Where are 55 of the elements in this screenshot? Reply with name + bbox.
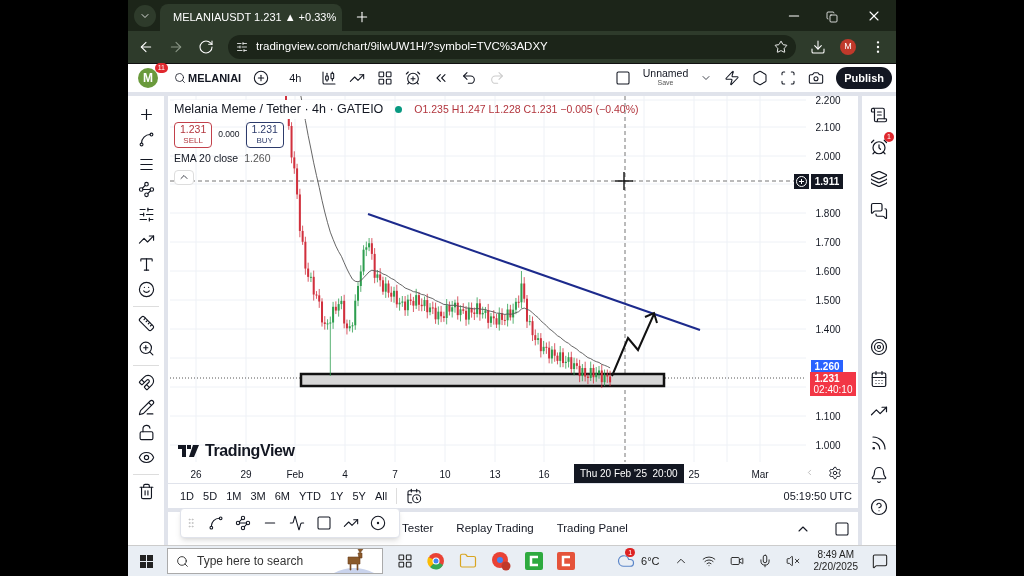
price-axis-label: 1.800 bbox=[815, 208, 841, 219]
indicator-name: EMA 20 close bbox=[174, 150, 239, 166]
range-button[interactable]: 3M bbox=[250, 487, 266, 505]
price-axis-label: 2.200 bbox=[815, 96, 841, 106]
range-button[interactable]: 1Y bbox=[329, 487, 344, 505]
chart-title: Melania Meme / Tether · 4h · GATEIO bbox=[174, 100, 384, 119]
range-button[interactable]: 1D bbox=[180, 487, 195, 505]
price-axis-label: 2.100 bbox=[815, 122, 841, 133]
spread-value: 0.000 bbox=[218, 128, 240, 142]
time-axis-label: 4 bbox=[342, 468, 348, 482]
price-axis-label: 1.000 bbox=[815, 440, 841, 451]
range-button[interactable]: 1M bbox=[226, 487, 242, 505]
panel-tab[interactable]: Replay Trading bbox=[456, 519, 534, 538]
last-price-label: 1.231 02:40:10 bbox=[810, 372, 856, 396]
price-axis-label: 2.000 bbox=[815, 151, 841, 162]
ohlc-values: O1.235 H1.247 L1.228 C1.231 −0.005 (−0.40%) bbox=[414, 101, 639, 117]
crosshair-time-label: Thu 20 Feb '25 20:00 bbox=[574, 464, 684, 483]
range-button[interactable]: YTD bbox=[298, 487, 321, 505]
time-axis-label: 7 bbox=[392, 468, 398, 482]
price-axis-label: 1.400 bbox=[815, 324, 841, 335]
indicator-price-label: 1.260 bbox=[811, 360, 843, 372]
clock-date[interactable]: 2/20/2025 bbox=[813, 561, 858, 573]
price-axis-label: 1.500 bbox=[815, 295, 841, 306]
time-axis-label: 29 bbox=[240, 468, 252, 482]
publish-button[interactable]: Publish bbox=[836, 66, 892, 90]
indicator-value: 1.260 bbox=[244, 150, 271, 166]
time-axis-label: 13 bbox=[489, 468, 501, 482]
time-axis-label: Feb bbox=[286, 468, 304, 482]
buy-button[interactable]: 1.231 BUY bbox=[245, 121, 284, 148]
browser-tab[interactable]: MELANIAUSDT 1.231 ▲ +0.33% bbox=[160, 4, 342, 31]
price-axis-label: 1.600 bbox=[815, 266, 841, 277]
range-button[interactable]: 6M bbox=[274, 487, 290, 505]
symbol-search-button[interactable]: MELANIAI bbox=[174, 69, 242, 87]
range-button[interactable]: 5D bbox=[203, 487, 218, 505]
sell-button[interactable]: 1.231 SELL bbox=[174, 121, 213, 148]
time-axis-label: 25 bbox=[688, 468, 700, 482]
range-button[interactable]: 5Y bbox=[352, 487, 366, 505]
time-axis-label: Mar bbox=[751, 468, 769, 482]
clock-text[interactable]: 05:19:50 UTC bbox=[783, 487, 852, 505]
logo-text: TradingView bbox=[205, 441, 295, 461]
crosshair-price-label: 1.911 bbox=[811, 174, 843, 189]
time-axis-label: 16 bbox=[538, 468, 550, 482]
temperature-text[interactable]: 6°C bbox=[641, 552, 660, 570]
panel-tab[interactable]: Trading Panel bbox=[556, 519, 628, 538]
time-axis-label: 26 bbox=[190, 468, 202, 482]
panel-tab[interactable]: Tester bbox=[402, 519, 434, 538]
interval-button[interactable]: 4h bbox=[281, 69, 310, 87]
clock-time[interactable]: 8:49 AM bbox=[817, 549, 855, 561]
range-button[interactable]: All bbox=[374, 487, 388, 505]
profile-avatar[interactable]: M bbox=[840, 39, 856, 55]
address-bar[interactable]: tradingview.com/chart/9ilwUW1H/?symbol=TVC%3ADXY bbox=[228, 35, 796, 59]
price-axis-label: 1.100 bbox=[815, 411, 841, 422]
price-axis-label: 1.700 bbox=[815, 237, 841, 248]
taskbar-search-field[interactable]: Type here to search bbox=[167, 548, 383, 574]
time-axis-label: 10 bbox=[439, 468, 451, 482]
